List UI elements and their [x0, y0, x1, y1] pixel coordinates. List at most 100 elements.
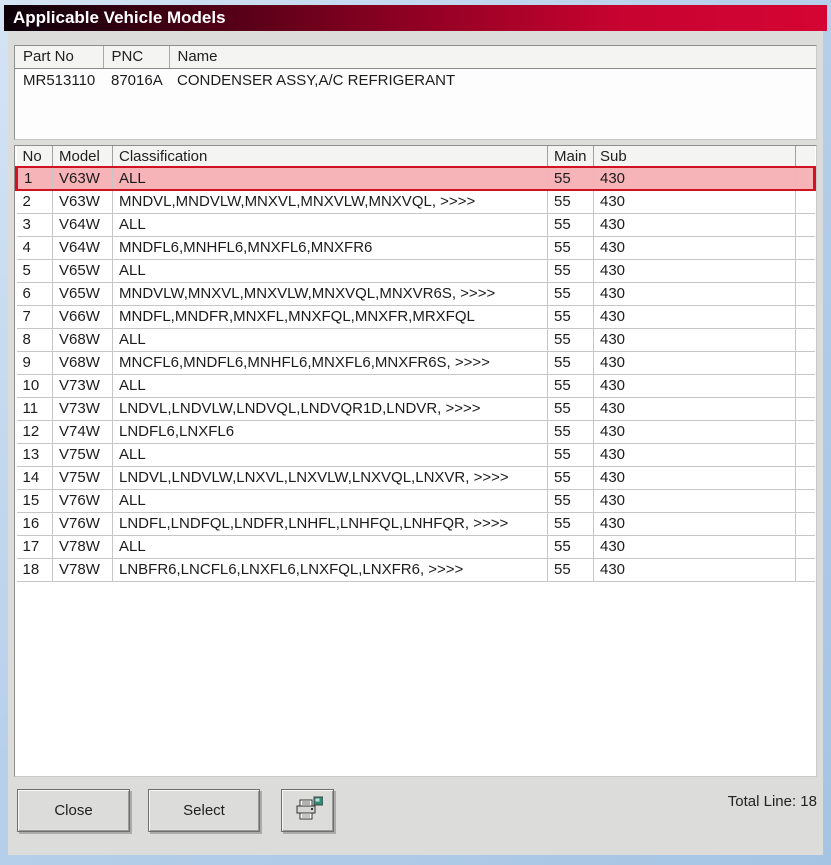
pnc-header: PNC	[103, 46, 170, 69]
window-titlebar: Applicable Vehicle Models	[4, 5, 827, 31]
print-button[interactable]	[281, 789, 334, 832]
cell-classification: ALL	[112, 535, 548, 559]
cell-classification: MNDFL6,MNHFL6,MNXFL6,MNXFR6	[112, 236, 548, 260]
cell-classification: ALL	[112, 166, 548, 191]
cell-main: 55	[547, 397, 594, 421]
cell-extra	[795, 190, 815, 214]
table-row[interactable]: 6 V65W MNDVLW,MNXVL,MNXVLW,MNXVQL,MNXVR6S,…	[16, 282, 815, 306]
cell-no: 18	[16, 558, 53, 582]
cell-sub: 430	[593, 190, 796, 214]
cell-main: 55	[547, 489, 594, 513]
cell-main: 55	[547, 166, 594, 191]
table-row[interactable]: 2 V63W MNDVL,MNDVLW,MNXVL,MNXVLW,MNXVQL, >…	[16, 190, 815, 214]
table-row[interactable]: 5 V65W ALL 55 430	[16, 259, 815, 283]
cell-no: 4	[16, 236, 53, 260]
printer-icon	[293, 796, 323, 826]
cell-no: 12	[16, 420, 53, 444]
part-no-header: Part No	[15, 46, 104, 69]
cell-classification: MNCFL6,MNDFL6,MNHFL6,MNXFL6,MNXFR6S, >>>…	[112, 351, 548, 375]
cell-model: V78W	[52, 558, 113, 582]
cell-main: 55	[547, 236, 594, 260]
table-row[interactable]: 7 V66W MNDFL,MNDFR,MNXFL,MNXFQL,MNXFR,MRXF…	[16, 305, 815, 329]
table-row[interactable]: 14 V75W LNDVL,LNDVLW,LNXVL,LNXVLW,LNXVQL,L…	[16, 466, 815, 490]
cell-classification: LNDFL6,LNXFL6	[112, 420, 548, 444]
cell-classification: ALL	[112, 374, 548, 398]
cell-model: V64W	[52, 213, 113, 237]
cell-no: 15	[16, 489, 53, 513]
cell-sub: 430	[593, 259, 796, 283]
cell-model: V75W	[52, 466, 113, 490]
cell-no: 2	[16, 190, 53, 214]
no-header: No	[16, 146, 53, 168]
cell-no: 6	[16, 282, 53, 306]
table-row[interactable]: 16 V76W LNDFL,LNDFQL,LNDFR,LNHFL,LNHFQL,LN…	[16, 512, 815, 536]
cell-main: 55	[547, 466, 594, 490]
cell-classification: ALL	[112, 259, 548, 283]
table-row[interactable]: 15 V76W ALL 55 430	[16, 489, 815, 513]
cell-main: 55	[547, 282, 594, 306]
cell-main: 55	[547, 374, 594, 398]
part-info-header-row: Part No PNC Name	[15, 46, 816, 69]
table-row[interactable]: 11 V73W LNDVL,LNDVLW,LNDVQL,LNDVQR1D,LNDVR…	[16, 397, 815, 421]
page-title: Applicable Vehicle Models	[13, 8, 226, 27]
table-row[interactable]: 12 V74W LNDFL6,LNXFL6 55 430	[16, 420, 815, 444]
cell-sub: 430	[593, 236, 796, 260]
table-row[interactable]: 17 V78W ALL 55 430	[16, 535, 815, 559]
cell-extra	[795, 420, 815, 444]
cell-sub: 430	[593, 213, 796, 237]
cell-no: 14	[16, 466, 53, 490]
cell-extra	[795, 512, 815, 536]
classification-header: Classification	[112, 146, 548, 168]
cell-main: 55	[547, 305, 594, 329]
cell-sub: 430	[593, 535, 796, 559]
cell-no: 1	[15, 166, 53, 191]
table-row[interactable]: 10 V73W ALL 55 430	[16, 374, 815, 398]
cell-no: 13	[16, 443, 53, 467]
cell-main: 55	[547, 351, 594, 375]
cell-sub: 430	[593, 305, 796, 329]
table-row[interactable]: 3 V64W ALL 55 430	[16, 213, 815, 237]
cell-sub: 430	[593, 282, 796, 306]
cell-classification: ALL	[112, 489, 548, 513]
cell-model: V75W	[52, 443, 113, 467]
pnc-value: 87016A	[111, 71, 163, 89]
cell-main: 55	[547, 558, 594, 582]
cell-no: 7	[16, 305, 53, 329]
app-root: { "title": "Applicable Vehicle Models", …	[0, 0, 831, 865]
cell-extra	[795, 489, 815, 513]
table-row[interactable]: 1 V63W ALL 55 430	[15, 166, 816, 191]
select-button[interactable]: Select	[148, 789, 260, 832]
cell-model: V65W	[52, 282, 113, 306]
table-row[interactable]: 4 V64W MNDFL6,MNHFL6,MNXFL6,MNXFR6 55 430	[16, 236, 815, 260]
models-table: No Model Classification Main Sub 1 V63W AL…	[14, 145, 817, 777]
cell-no: 10	[16, 374, 53, 398]
cell-model: V76W	[52, 512, 113, 536]
cell-sub: 430	[593, 420, 796, 444]
cell-main: 55	[547, 535, 594, 559]
cell-sub: 430	[593, 443, 796, 467]
cell-extra	[795, 466, 815, 490]
table-row[interactable]: 9 V68W MNCFL6,MNDFL6,MNHFL6,MNXFL6,MNXFR6S…	[16, 351, 815, 375]
cell-sub: 430	[593, 374, 796, 398]
table-row[interactable]: 8 V68W ALL 55 430	[16, 328, 815, 352]
table-row[interactable]: 18 V78W LNBFR6,LNCFL6,LNXFL6,LNXFQL,LNXFR6…	[16, 558, 815, 582]
cell-model: V64W	[52, 236, 113, 260]
part-info-row: MR513110 87016A CONDENSER ASSY,A/C REFRI…	[15, 68, 816, 92]
cell-extra	[795, 374, 815, 398]
cell-model: V68W	[52, 351, 113, 375]
close-button[interactable]: Close	[17, 789, 130, 832]
cell-model: V63W	[52, 166, 113, 191]
cell-model: V73W	[52, 397, 113, 421]
table-row[interactable]: 13 V75W ALL 55 430	[16, 443, 815, 467]
models-header-row: No Model Classification Main Sub	[16, 146, 815, 168]
cell-extra	[795, 558, 815, 582]
name-value: CONDENSER ASSY,A/C REFRIGERANT	[177, 71, 456, 89]
cell-main: 55	[547, 259, 594, 283]
cell-classification: MNDVLW,MNXVL,MNXVLW,MNXVQL,MNXVR6S, >>>>	[112, 282, 548, 306]
cell-main: 55	[547, 213, 594, 237]
cell-sub: 430	[593, 489, 796, 513]
cell-extra	[795, 305, 815, 329]
cell-model: V74W	[52, 420, 113, 444]
cell-model: V66W	[52, 305, 113, 329]
cell-classification: ALL	[112, 213, 548, 237]
